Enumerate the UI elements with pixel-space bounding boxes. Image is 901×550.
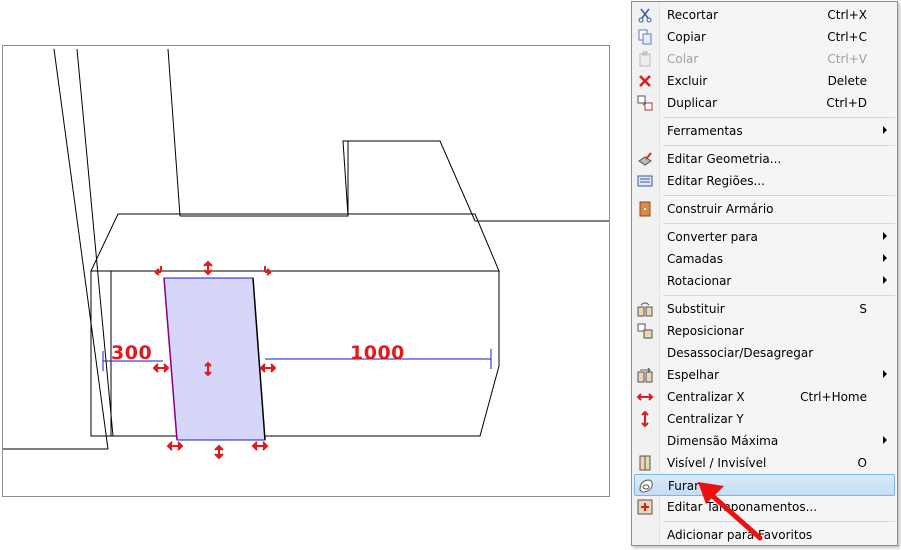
resize-handle — [166, 441, 184, 451]
submenu-arrow-icon — [883, 436, 887, 444]
submenu-arrow-icon — [883, 126, 887, 134]
annotation-arrow-icon — [698, 482, 763, 541]
visibility-icon — [637, 455, 653, 471]
column-edge — [76, 48, 114, 437]
menu-separator — [663, 223, 895, 224]
menu-item-centralizar-x[interactable]: Centralizar X Ctrl+Home — [634, 386, 895, 408]
dimension-label-right[interactable]: 1000 — [350, 344, 405, 363]
menu-item-editar-regioes[interactable]: Editar Regiões... — [634, 170, 895, 192]
scene-drawing — [3, 48, 609, 460]
resize-handle — [214, 444, 224, 460]
menu-item-excluir[interactable]: Excluir Delete — [634, 70, 895, 92]
menu-item-dimensao-maxima[interactable]: Dimensão Máxima — [634, 430, 895, 452]
submenu-arrow-icon — [883, 254, 887, 262]
menu-separator — [663, 295, 895, 296]
menu-separator — [663, 117, 895, 118]
resize-handle — [152, 363, 170, 373]
menu-item-copiar[interactable]: Copiar Ctrl+C — [634, 26, 895, 48]
mirror-icon — [637, 367, 653, 383]
selected-panel — [163, 277, 266, 441]
menu-item-desassociar[interactable]: Desassociar/Desagregar — [634, 342, 895, 364]
menu-item-substituir[interactable]: Substituir S — [634, 298, 895, 320]
menu-item-reposicionar[interactable]: Reposicionar — [634, 320, 895, 342]
resize-handle — [154, 266, 162, 276]
submenu-arrow-icon — [883, 276, 887, 284]
menu-item-editar-geometria[interactable]: Editar Geometria... — [634, 148, 895, 170]
paste-icon — [637, 51, 653, 67]
edit-regions-icon — [637, 173, 653, 189]
menu-item-camadas[interactable]: Camadas — [634, 248, 895, 270]
submenu-arrow-icon — [883, 232, 887, 240]
edit-covers-icon — [637, 499, 653, 515]
scissors-icon — [637, 7, 653, 23]
cabinet-icon — [637, 201, 653, 217]
submenu-arrow-icon — [883, 370, 887, 378]
center-x-icon — [636, 389, 654, 405]
menu-item-ferramentas[interactable]: Ferramentas — [634, 120, 895, 142]
box-top-face — [90, 213, 500, 272]
menu-separator — [663, 195, 895, 196]
box-left-edge — [90, 271, 111, 437]
reposition-icon — [637, 323, 653, 339]
menu-item-espelhar[interactable]: Espelhar — [634, 364, 895, 386]
menu-item-construir-armario[interactable]: Construir Armário — [634, 198, 895, 220]
menu-separator — [663, 145, 895, 146]
drawing-viewport[interactable]: 300 1000 — [2, 45, 610, 497]
resize-handle — [259, 363, 277, 373]
drill-icon — [638, 478, 654, 494]
column-edge — [53, 48, 109, 450]
duplicate-icon — [637, 95, 653, 111]
menu-item-rotacionar[interactable]: Rotacionar — [634, 270, 895, 292]
edit-geometry-icon — [637, 151, 653, 167]
center-y-icon — [637, 410, 653, 428]
menu-item-centralizar-y[interactable]: Centralizar Y — [634, 408, 895, 430]
menu-item-recortar[interactable]: Recortar Ctrl+X — [634, 4, 895, 26]
replace-icon — [637, 301, 653, 317]
resize-handle — [264, 266, 272, 276]
menu-item-duplicar[interactable]: Duplicar Ctrl+D — [634, 92, 895, 114]
context-menu: Recortar Ctrl+X Copiar Ctrl+C Colar Ctrl… — [631, 1, 898, 546]
menu-item-colar[interactable]: Colar Ctrl+V — [634, 48, 895, 70]
dimension-label-left[interactable]: 300 — [111, 344, 152, 363]
resize-handle — [203, 260, 213, 276]
menu-item-converter-para[interactable]: Converter para — [634, 226, 895, 248]
copy-icon — [637, 29, 653, 45]
back-block-edge — [180, 140, 609, 222]
column-edge — [167, 48, 181, 217]
resize-handle — [251, 441, 269, 451]
delete-x-icon — [637, 73, 653, 89]
